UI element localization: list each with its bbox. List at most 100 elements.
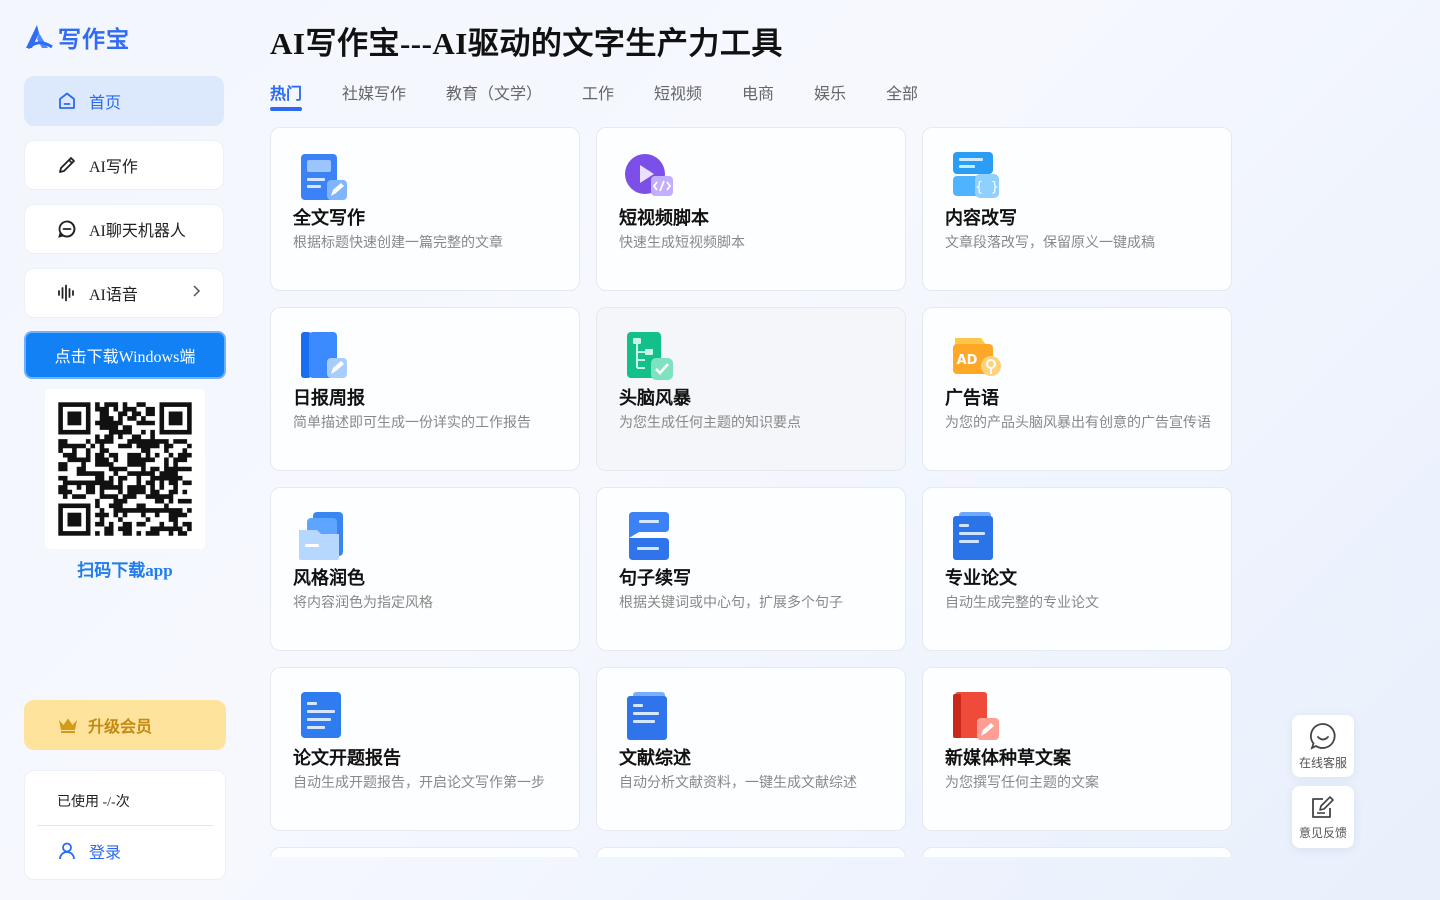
logo-icon <box>26 25 53 50</box>
divider <box>37 825 213 826</box>
card-title: 广告语 <box>945 388 999 409</box>
card-title: 风格润色 <box>293 568 365 589</box>
sentence-icon <box>629 512 669 560</box>
card-desc: 自动生成开题报告，开启论文写作第一步 <box>293 775 545 791</box>
qr-code-image <box>58 402 192 536</box>
usage-count: 已使用 -/-次 <box>57 795 130 810</box>
feedback-button[interactable]: 意见反馈 <box>1292 786 1354 848</box>
pencil-icon <box>59 157 75 173</box>
download-windows-button[interactable]: 点击下载Windows端 <box>24 331 226 379</box>
card-desc: 根据标题快速创建一篇完整的文章 <box>293 235 503 251</box>
video-script-icon <box>625 154 673 196</box>
user-icon <box>59 842 75 860</box>
card-title: 头脑风暴 <box>619 388 691 409</box>
card-sentence-continue[interactable]: 句子续写 根据关键词或中心句，扩展多个句子 <box>596 487 906 651</box>
tab-ecommerce[interactable]: 电商 <box>742 80 774 104</box>
card-daily-weekly-report[interactable]: 日报周报 简单描述即可生成一份详实的工作报告 <box>270 307 580 471</box>
card-desc: 为您生成任何主题的知识要点 <box>619 415 801 431</box>
card-title: 内容改写 <box>945 208 1017 229</box>
card-partial[interactable] <box>922 847 1232 857</box>
card-title: 全文写作 <box>293 208 365 229</box>
card-title: 短视频脚本 <box>619 208 709 229</box>
mindmap-icon <box>627 332 673 380</box>
card-desc: 文章段落改写，保留原义一键成稿 <box>945 235 1155 251</box>
tab-education[interactable]: 教育（文学） <box>446 80 542 104</box>
card-title: 句子续写 <box>619 568 691 589</box>
card-ad-slogan[interactable]: AD 广告语 为您的产品头脑风暴出有创意的广告宣传语 <box>922 307 1232 471</box>
folder-style-icon <box>299 512 343 560</box>
tab-short-video[interactable]: 短视频 <box>654 80 702 104</box>
card-content-rewrite[interactable]: { } 内容改写 文章段落改写，保留原义一键成稿 <box>922 127 1232 291</box>
feedback-edit-icon <box>1312 795 1334 818</box>
sidebar-item-label: 首页 <box>89 95 122 112</box>
card-professional-paper[interactable]: 专业论文 自动生成完整的专业论文 <box>922 487 1232 651</box>
card-partial[interactable] <box>596 847 906 857</box>
card-full-article[interactable]: 全文写作 根据标题快速创建一篇完整的文章 <box>270 127 580 291</box>
tab-work[interactable]: 工作 <box>582 80 614 104</box>
sidebar-item-ai-writing[interactable]: AI写作 <box>24 140 224 190</box>
card-title: 论文开题报告 <box>293 748 401 769</box>
tab-social-writing[interactable]: 社媒写作 <box>342 80 406 104</box>
card-desc: 根据关键词或中心句，扩展多个句子 <box>619 595 843 611</box>
account-panel: 已使用 -/-次 登录 <box>24 770 226 880</box>
upgrade-vip-label: 升级会员 <box>88 717 153 736</box>
red-book-icon <box>953 692 999 740</box>
card-brainstorm[interactable]: 头脑风暴 为您生成任何主题的知识要点 <box>596 307 906 471</box>
sidebar-item-ai-chatbot[interactable]: AI聊天机器人 <box>24 204 224 254</box>
card-new-media-copy[interactable]: 新媒体种草文案 为您撰写任何主题的文案 <box>922 667 1232 831</box>
card-short-video-script[interactable]: 短视频脚本 快速生成短视频脚本 <box>596 127 906 291</box>
sidebar: 写作宝 首页 AI写作 AI聊天机器人 AI语音 点击下载Windows端 扫码… <box>0 0 250 900</box>
card-title: 文献综述 <box>619 748 691 769</box>
page-title: AI写作宝---AI驱动的文字生产力工具 <box>270 26 783 61</box>
login-button[interactable]: 登录 <box>57 839 121 863</box>
tool-card-grid: 全文写作 根据标题快速创建一篇完整的文章 短视频脚本 快速生成短视频脚本 { }… <box>270 127 1232 857</box>
card-style-polish[interactable]: 风格润色 将内容润色为指定风格 <box>270 487 580 651</box>
tab-all[interactable]: 全部 <box>886 80 918 104</box>
card-thesis-proposal[interactable]: 论文开题报告 自动生成开题报告，开启论文写作第一步 <box>270 667 580 831</box>
sidebar-item-label: AI写作 <box>89 159 138 176</box>
chat-icon <box>58 220 76 238</box>
card-desc: 自动分析文献资料，一键生成文献综述 <box>619 775 857 791</box>
tab-label: 热门 <box>270 86 303 103</box>
card-title: 新媒体种草文案 <box>945 748 1071 769</box>
card-title: 日报周报 <box>293 388 365 409</box>
tab-active-indicator <box>270 107 302 111</box>
login-label: 登录 <box>89 845 122 862</box>
sidebar-item-label: AI语音 <box>89 287 138 304</box>
online-service-label: 在线客服 <box>1298 755 1347 770</box>
qr-caption: 扫码下载app <box>77 561 173 580</box>
card-title: 专业论文 <box>945 568 1017 589</box>
document-edit-icon <box>301 154 347 200</box>
card-literature-review[interactable]: 文献综述 自动分析文献资料，一键生成文献综述 <box>596 667 906 831</box>
qr-code <box>45 389 205 549</box>
svg-text:AD: AD <box>957 353 978 368</box>
chevron-right-icon <box>193 285 201 297</box>
sidebar-item-home[interactable]: 首页 <box>24 76 224 126</box>
feedback-label: 意见反馈 <box>1298 825 1347 840</box>
logo[interactable]: 写作宝 <box>24 20 130 54</box>
crown-icon <box>59 718 77 733</box>
card-desc: 为您撰写任何主题的文案 <box>945 775 1099 791</box>
card-desc: 快速生成短视频脚本 <box>619 235 745 251</box>
card-desc: 简单描述即可生成一份详实的工作报告 <box>293 415 531 431</box>
report-book-icon <box>301 332 347 378</box>
proposal-icon <box>301 692 341 738</box>
sidebar-item-ai-voice[interactable]: AI语音 <box>24 268 224 318</box>
tab-hot[interactable]: 热门 <box>270 80 303 111</box>
logo-text: 写作宝 <box>58 27 130 53</box>
card-desc: 将内容润色为指定风格 <box>293 595 433 611</box>
online-service-button[interactable]: 在线客服 <box>1292 715 1354 777</box>
rewrite-icon: { } <box>953 152 999 198</box>
card-desc: 自动生成完整的专业论文 <box>945 595 1099 611</box>
ad-icon: AD <box>953 338 1001 376</box>
paper-icon <box>953 512 993 560</box>
home-icon <box>59 92 75 109</box>
card-desc: 为您的产品头脑风暴出有创意的广告宣传语 <box>945 415 1211 431</box>
tab-entertainment[interactable]: 娱乐 <box>814 80 846 104</box>
sidebar-item-label: AI聊天机器人 <box>89 223 186 240</box>
soundwave-icon <box>58 284 74 302</box>
card-partial[interactable] <box>270 847 580 857</box>
upgrade-vip-button[interactable]: 升级会员 <box>24 700 226 750</box>
svg-text:{ }: { } <box>975 180 998 195</box>
smile-chat-icon <box>1309 722 1336 750</box>
